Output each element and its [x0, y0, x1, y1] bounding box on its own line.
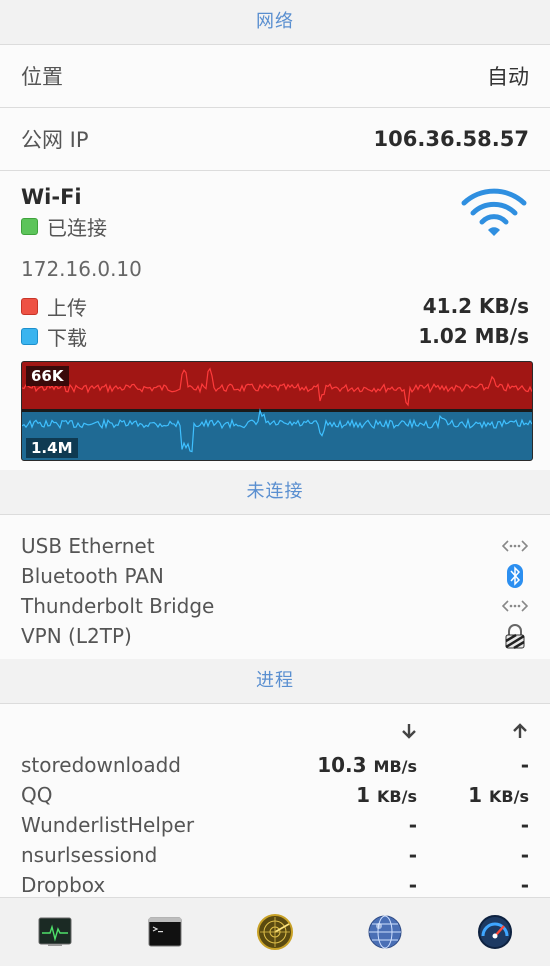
- wifi-section: Wi-Fi 已连接 172.16.0.10 上传 41.2 KB/s 下载 1.…: [0, 171, 550, 470]
- speed-test-icon[interactable]: [475, 912, 515, 952]
- download-unit: MB/s: [373, 757, 417, 776]
- arrow-down-icon[interactable]: [267, 722, 417, 744]
- vpn-lock-icon: [501, 623, 529, 649]
- process-download: -: [267, 873, 417, 897]
- public-ip-label: 公网 IP: [21, 128, 89, 152]
- process-upload: 1 KB/s: [417, 783, 529, 807]
- disconnected-list: USB Ethernet Bluetooth PAN Thunderbolt B…: [0, 515, 550, 659]
- ethernet-arrows-icon: [501, 538, 529, 554]
- interface-name: USB Ethernet: [21, 534, 155, 558]
- process-download: 1 KB/s: [267, 783, 417, 807]
- public-ip-value[interactable]: 106.36.58.57: [374, 127, 529, 151]
- public-ip-row: 公网 IP 106.36.58.57: [0, 108, 550, 170]
- download-value: -: [408, 873, 417, 897]
- wifi-signal-icon: [460, 187, 528, 241]
- process-row[interactable]: Dropbox - -: [21, 870, 529, 900]
- process-download: 10.3 MB/s: [267, 753, 417, 777]
- network-radar-icon[interactable]: [255, 912, 295, 952]
- process-name: QQ: [21, 783, 53, 807]
- interface-row-usb-ethernet[interactable]: USB Ethernet: [21, 531, 529, 561]
- process-name: WunderlistHelper: [21, 813, 195, 837]
- process-row[interactable]: nsurlsessiond - -: [21, 840, 529, 870]
- process-name: storedownloadd: [21, 753, 181, 777]
- location-row: 位置 自动: [0, 45, 550, 107]
- download-color-swatch: [21, 327, 38, 345]
- location-value: 自动: [487, 65, 529, 89]
- ethernet-arrows-icon: [501, 598, 529, 614]
- upload-row: 上传 41.2 KB/s: [21, 291, 529, 321]
- upload-label: 上传: [47, 295, 87, 320]
- wifi-status: 已连接: [21, 212, 529, 241]
- interface-name: Bluetooth PAN: [21, 564, 164, 588]
- upload-rate: 41.2 KB/s: [422, 294, 529, 318]
- upload-unit: KB/s: [489, 787, 529, 806]
- upload-value: -: [520, 873, 529, 897]
- process-download: -: [267, 813, 417, 837]
- process-download: -: [267, 843, 417, 867]
- activity-monitor-icon[interactable]: [35, 912, 75, 952]
- upload-value: -: [520, 843, 529, 867]
- interface-name: VPN (L2TP): [21, 624, 132, 648]
- upload-value: -: [520, 813, 529, 837]
- wifi-status-text: 已连接: [47, 216, 107, 240]
- upload-peak-label: 66K: [26, 366, 69, 386]
- process-row[interactable]: QQ 1 KB/s 1 KB/s: [21, 780, 529, 810]
- location-label: 位置: [21, 65, 63, 89]
- download-unit: KB/s: [377, 787, 417, 806]
- process-list: storedownloadd 10.3 MB/s - QQ 1 KB/s 1 K…: [0, 704, 550, 900]
- download-value: -: [408, 813, 417, 837]
- process-upload: -: [417, 813, 529, 837]
- process-list-header: [21, 716, 529, 750]
- processes-section-header: 进程: [0, 659, 550, 703]
- download-value: -: [408, 843, 417, 867]
- local-ip: 172.16.0.10: [21, 257, 142, 281]
- interface-name: Thunderbolt Bridge: [21, 594, 215, 618]
- process-name: nsurlsessiond: [21, 843, 158, 867]
- network-utility-icon[interactable]: [365, 912, 405, 952]
- connected-status-indicator: [21, 218, 38, 235]
- disconnected-section-header: 未连接: [0, 470, 550, 514]
- traffic-graph: 66K 1.4M: [21, 361, 533, 461]
- arrow-up-icon[interactable]: [417, 722, 529, 744]
- network-section-header: 网络: [0, 0, 550, 44]
- app-shortcut-bar: [0, 897, 550, 966]
- process-upload: -: [417, 753, 529, 777]
- process-upload: -: [417, 843, 529, 867]
- process-row[interactable]: WunderlistHelper - -: [21, 810, 529, 840]
- upload-value: 1: [468, 783, 483, 807]
- download-value: 1: [356, 783, 371, 807]
- wifi-title: Wi-Fi: [21, 185, 82, 209]
- bluetooth-icon: [501, 564, 529, 588]
- interface-row-vpn-l2tp[interactable]: VPN (L2TP): [21, 621, 529, 651]
- download-row: 下载 1.02 MB/s: [21, 321, 529, 351]
- upload-value: -: [520, 753, 529, 777]
- download-value: 10.3: [317, 753, 367, 777]
- download-rate: 1.02 MB/s: [418, 324, 529, 348]
- process-upload: -: [417, 873, 529, 897]
- download-label: 下载: [47, 325, 87, 350]
- network-popover: 网络 位置 自动 公网 IP 106.36.58.57 Wi-Fi 已连接 17…: [0, 0, 550, 966]
- upload-color-swatch: [21, 297, 38, 315]
- process-name: Dropbox: [21, 873, 106, 897]
- terminal-icon[interactable]: [145, 912, 185, 952]
- interface-row-thunderbolt-bridge[interactable]: Thunderbolt Bridge: [21, 591, 529, 621]
- process-row[interactable]: storedownloadd 10.3 MB/s -: [21, 750, 529, 780]
- download-peak-label: 1.4M: [26, 438, 78, 458]
- interface-row-bluetooth-pan[interactable]: Bluetooth PAN: [21, 561, 529, 591]
